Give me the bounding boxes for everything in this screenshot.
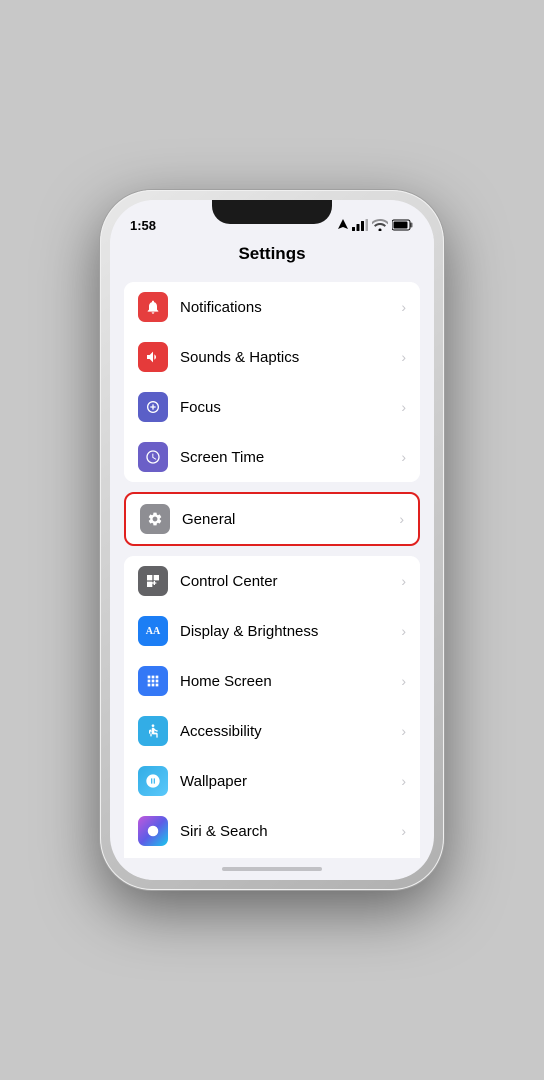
home-indicator [110, 858, 434, 880]
sounds-icon [138, 342, 168, 372]
siri-chevron: › [401, 823, 406, 839]
homescreen-chevron: › [401, 673, 406, 689]
siri-icon [138, 816, 168, 846]
settings-row-accessibility[interactable]: Accessibility › [124, 706, 420, 756]
homescreen-label: Home Screen [180, 673, 397, 690]
settings-row-controlcenter[interactable]: Control Center › [124, 556, 420, 606]
controlcenter-chevron: › [401, 573, 406, 589]
wallpaper-label: Wallpaper [180, 773, 397, 790]
wallpaper-chevron: › [401, 773, 406, 789]
settings-row-notifications[interactable]: Notifications › [124, 282, 420, 332]
settings-row-focus[interactable]: Focus › [124, 382, 420, 432]
home-bar [222, 867, 322, 871]
settings-row-general[interactable]: General › [124, 492, 420, 546]
homescreen-icon [138, 666, 168, 696]
accessibility-chevron: › [401, 723, 406, 739]
settings-row-screentime[interactable]: Screen Time › [124, 432, 420, 482]
focus-icon [138, 392, 168, 422]
settings-row-sounds[interactable]: Sounds & Haptics › [124, 332, 420, 382]
settings-row-faceid[interactable]: Face ID & Passcode › [124, 856, 420, 858]
focus-label: Focus [180, 399, 397, 416]
focus-chevron: › [401, 399, 406, 415]
general-label: General [182, 511, 395, 528]
settings-row-siri[interactable]: Siri & Search › [124, 806, 420, 856]
accessibility-icon [138, 716, 168, 746]
display-icon: AA [138, 616, 168, 646]
screentime-label: Screen Time [180, 449, 397, 466]
general-chevron: › [399, 511, 404, 527]
notifications-label: Notifications [180, 299, 397, 316]
sounds-label: Sounds & Haptics [180, 349, 397, 366]
settings-row-homescreen[interactable]: Home Screen › [124, 656, 420, 706]
wallpaper-icon [138, 766, 168, 796]
phone-screen: 1:58 [110, 200, 434, 880]
settings-row-display[interactable]: AA Display & Brightness › [124, 606, 420, 656]
controlcenter-label: Control Center [180, 573, 397, 590]
screentime-chevron: › [401, 449, 406, 465]
sounds-chevron: › [401, 349, 406, 365]
controlcenter-icon [138, 566, 168, 596]
notifications-icon [138, 292, 168, 322]
display-chevron: › [401, 623, 406, 639]
screentime-icon [138, 442, 168, 472]
notifications-chevron: › [401, 299, 406, 315]
settings-row-wallpaper[interactable]: Wallpaper › [124, 756, 420, 806]
settings-group-2: Control Center › AA Display & Brightness… [124, 556, 420, 858]
notch [212, 200, 332, 224]
page-title-bar: Settings [110, 240, 434, 272]
siri-label: Siri & Search [180, 823, 397, 840]
general-icon [140, 504, 170, 534]
phone-frame: 1:58 [100, 190, 444, 890]
settings-content[interactable]: Notifications › Sounds & Haptics › [110, 272, 434, 858]
settings-group-1: Notifications › Sounds & Haptics › [124, 282, 420, 482]
status-time: 1:58 [130, 218, 156, 233]
signal-icon [352, 219, 368, 231]
page-title: Settings [126, 244, 418, 264]
display-label: Display & Brightness [180, 623, 397, 640]
status-icons [338, 219, 414, 231]
location-icon [338, 219, 348, 231]
accessibility-label: Accessibility [180, 723, 397, 740]
battery-icon [392, 219, 414, 231]
wifi-icon [372, 219, 388, 231]
